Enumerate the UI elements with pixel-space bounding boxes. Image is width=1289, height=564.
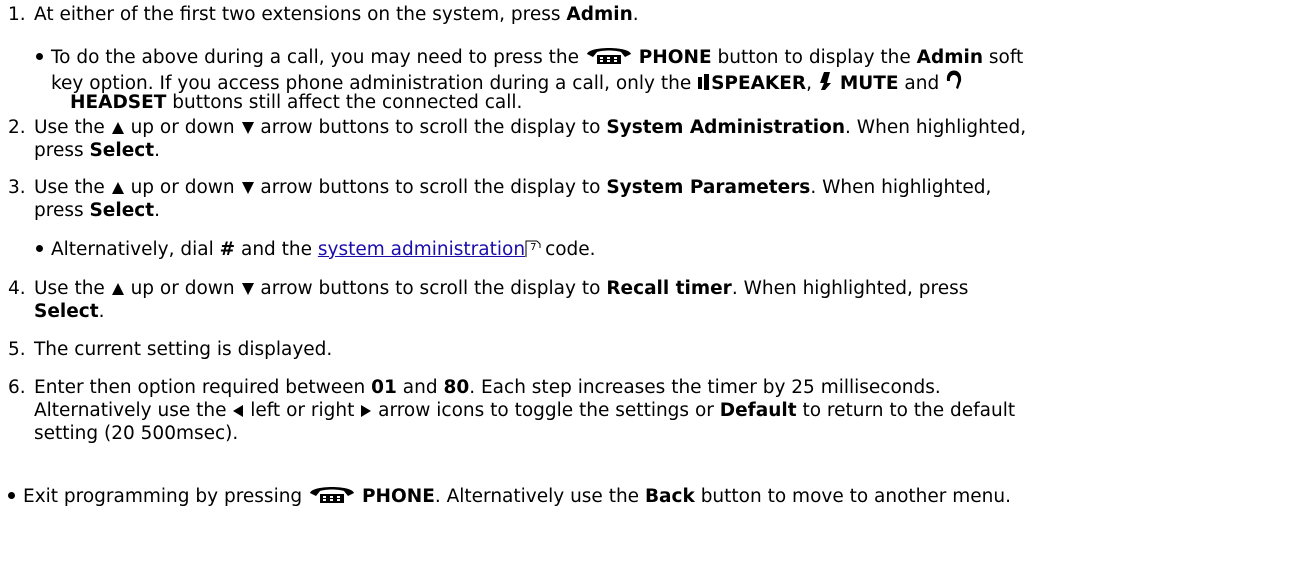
step-number: 3. xyxy=(8,177,26,198)
step-text: to return to the default xyxy=(796,400,1016,421)
bullet xyxy=(36,245,43,252)
admin-label: Admin xyxy=(916,47,984,68)
step-number: 6. xyxy=(8,377,26,398)
step-4-line-2: Select. xyxy=(34,301,104,323)
step-text: Use the xyxy=(34,117,111,138)
step-1: 1. At either of the first two extensions … xyxy=(8,4,639,26)
step-4: 4. Use the up or down arrow buttons to sc… xyxy=(8,278,968,302)
step-text: . When highlighted, xyxy=(810,177,992,198)
select-label: Select xyxy=(89,140,155,161)
arrow-right-icon xyxy=(360,402,372,424)
step-6: 6. Enter then option required between 01 … xyxy=(8,377,941,399)
bullet xyxy=(8,492,15,499)
step-number: 5. xyxy=(8,339,26,360)
step-2-line-2: press Select. xyxy=(34,140,160,162)
note-text: , xyxy=(806,73,818,94)
cross-reference-icon[interactable]: 7 xyxy=(525,240,542,257)
mute-label: MUTE xyxy=(839,73,899,94)
note-text: code. xyxy=(545,239,596,260)
step-text: . xyxy=(98,301,105,322)
select-label: Select xyxy=(89,200,155,221)
arrow-down-icon xyxy=(241,280,255,302)
exit-text: . Alternatively use the xyxy=(434,486,645,507)
phone-icon xyxy=(308,482,356,510)
step-text: Alternatively use the xyxy=(34,400,233,421)
default-label: Default xyxy=(719,400,797,421)
step-text: Enter then option required between xyxy=(34,377,372,398)
arrow-left-icon xyxy=(232,402,244,424)
note-text: and the xyxy=(235,239,318,260)
step-text: . When highlighted, press xyxy=(731,278,969,299)
step-1-note-line-1: To do the above during a call, you may n… xyxy=(36,43,1023,71)
headset-icon xyxy=(945,69,963,97)
step-text: Use the xyxy=(34,177,111,198)
step-text: arrow buttons to scroll the display to xyxy=(254,278,607,299)
step-number: 4. xyxy=(8,278,26,299)
step-text: At either of the first two extensions on… xyxy=(34,4,567,25)
step-text: . Each step increases the timer by 25 mi… xyxy=(469,377,941,398)
step-text: . xyxy=(154,140,160,161)
menu-option: System Administration xyxy=(606,117,846,138)
note-text: buttons still affect the connected call. xyxy=(166,92,523,113)
step-text: press xyxy=(34,140,90,161)
arrow-up-icon xyxy=(111,179,125,201)
step-6-line-2: Alternatively use the left or right arro… xyxy=(34,400,1015,424)
step-text: Use the xyxy=(34,278,111,299)
arrow-up-icon xyxy=(111,119,125,141)
back-label: Back xyxy=(644,486,695,507)
step-2: 2. Use the up or down arrow buttons to sc… xyxy=(8,117,1026,141)
note-text: key option. If you access phone administ… xyxy=(51,73,698,94)
mute-icon xyxy=(818,71,834,97)
step-text: up or down xyxy=(124,177,241,198)
step-text: up or down xyxy=(124,117,241,138)
step-text-end: . xyxy=(632,4,639,25)
note-text: To do the above during a call, you may n… xyxy=(51,47,585,68)
step-3: 3. Use the up or down arrow buttons to sc… xyxy=(8,177,991,201)
step-text: and xyxy=(396,377,444,398)
note-text: soft xyxy=(983,47,1024,68)
note-text: and xyxy=(898,73,940,94)
step-3-note: Alternatively, dial # and the system adm… xyxy=(36,239,596,261)
select-label: Select xyxy=(34,301,99,322)
arrow-down-icon xyxy=(241,179,255,201)
min-value: 01 xyxy=(371,377,397,398)
admin-label: Admin xyxy=(566,4,633,25)
exit-text: Exit programming by pressing xyxy=(23,486,309,507)
step-text: arrow buttons to scroll the display to xyxy=(254,117,607,138)
step-number: 1. xyxy=(8,4,26,25)
step-5: 5. The current setting is displayed. xyxy=(8,339,332,361)
step-number: 2. xyxy=(8,117,26,138)
exit-instruction: Exit programming by pressing PHONE. Alte… xyxy=(8,482,1011,510)
step-text: . xyxy=(154,200,160,221)
step-text: up or down xyxy=(124,278,241,299)
step-text: The current setting is displayed. xyxy=(34,339,333,360)
page-reference: 7 xyxy=(530,242,537,253)
speaker-icon xyxy=(697,73,711,97)
phone-label: PHONE xyxy=(361,486,435,507)
step-text: arrow buttons to scroll the display to xyxy=(254,177,607,198)
phone-label: PHONE xyxy=(638,47,712,68)
step-1-note-line-3: HEADSET buttons still affect the connect… xyxy=(70,92,522,114)
note-text: button to display the xyxy=(711,47,917,68)
arrow-down-icon xyxy=(241,119,255,141)
exit-text: button to move to another menu. xyxy=(694,486,1012,507)
step-text: setting (20 500msec). xyxy=(34,423,239,444)
step-3-line-2: press Select. xyxy=(34,200,160,222)
max-value: 80 xyxy=(443,377,470,398)
speaker-label: SPEAKER xyxy=(711,73,807,94)
system-administration-link[interactable]: system administration xyxy=(318,239,525,260)
step-text: press xyxy=(34,200,90,221)
note-text: Alternatively, dial xyxy=(51,239,220,260)
headset-label: HEADSET xyxy=(70,92,167,113)
step-6-line-3: setting (20 500msec). xyxy=(34,423,238,445)
phone-icon xyxy=(585,43,633,71)
step-text: arrow icons to toggle the settings or xyxy=(372,400,720,421)
arrow-up-icon xyxy=(111,280,125,302)
step-text: . When highlighted, xyxy=(845,117,1027,138)
bullet xyxy=(36,53,43,60)
menu-option: Recall timer xyxy=(606,278,732,299)
step-text: left or right xyxy=(244,400,361,421)
hash-key: # xyxy=(219,239,236,260)
menu-option: System Parameters xyxy=(606,177,811,198)
